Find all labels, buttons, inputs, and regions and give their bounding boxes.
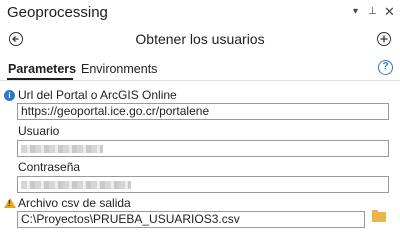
tool-title: Obtener los usuarios (135, 31, 265, 47)
redacted-username (21, 145, 103, 153)
close-icon[interactable]: ✕ (383, 5, 396, 18)
username-input[interactable] (17, 140, 389, 157)
output-csv-label: Archivo csv de salida (18, 196, 131, 210)
help-icon[interactable]: ? (378, 60, 393, 75)
username-label: Usuario (18, 124, 60, 138)
chevron-down-icon[interactable]: ▾ (349, 5, 362, 18)
plus-icon[interactable] (377, 32, 391, 46)
pin-icon[interactable]: ⊥ (366, 5, 379, 18)
info-icon[interactable]: i (4, 90, 15, 101)
redacted-password (21, 181, 131, 189)
output-csv-input[interactable]: C:\Proyectos\PRUEBA_USUARIOS3.csv (17, 211, 365, 228)
warning-mark: ! (8, 199, 11, 208)
tab-environments[interactable]: Environments (81, 62, 157, 76)
password-input[interactable] (17, 176, 389, 193)
folder-icon[interactable] (372, 212, 386, 222)
tab-parameters[interactable]: Parameters (8, 62, 76, 76)
password-label: Contraseña (18, 160, 81, 174)
portal-url-label: Url del Portal o ArcGIS Online (18, 88, 177, 102)
tab-divider (0, 80, 400, 81)
pane-title: Geoprocessing (7, 4, 108, 21)
portal-url-input[interactable]: https://geoportal.ice.go.cr/portalene (17, 103, 389, 120)
